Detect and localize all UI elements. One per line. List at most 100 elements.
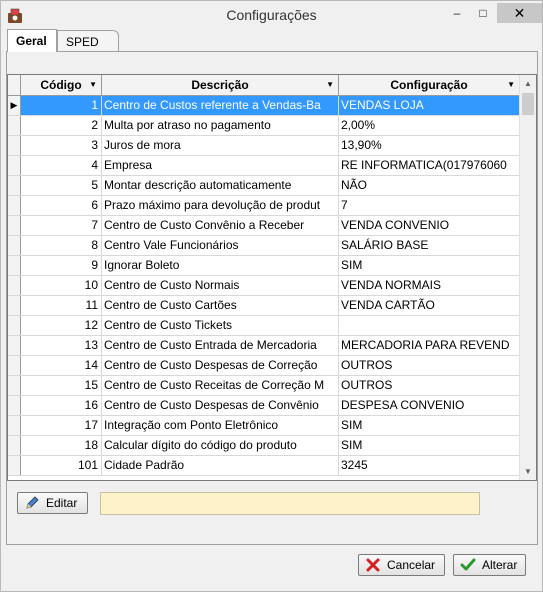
cell-config[interactable]: NÃO (339, 176, 520, 195)
cell-code[interactable]: 7 (21, 216, 102, 235)
titlebar[interactable]: Configurações – □ ✕ (1, 1, 542, 31)
cell-code[interactable]: 2 (21, 116, 102, 135)
cancel-button-label: Cancelar (387, 558, 436, 572)
cell-description[interactable]: Calcular dígito do código do produto (102, 436, 339, 455)
table-row[interactable]: 7 Centro de Custo Convênio a Receber VEN… (8, 216, 520, 236)
cell-config[interactable]: SALÁRIO BASE (339, 236, 520, 255)
chevron-down-icon[interactable]: ▼ (89, 75, 97, 95)
cell-description[interactable]: Centro de Custo Normais (102, 276, 339, 295)
config-grid[interactable]: Código ▼ Descrição ▼ Configuração ▼ ▶ 1 … (7, 74, 537, 481)
table-row[interactable]: 2 Multa por atraso no pagamento 2,00% (8, 116, 520, 136)
cell-description[interactable]: Empresa (102, 156, 339, 175)
cell-code[interactable]: 18 (21, 436, 102, 455)
tab-geral[interactable]: Geral (7, 29, 57, 52)
alterar-button[interactable]: Alterar (453, 554, 526, 576)
cell-description[interactable]: Cidade Padrão (102, 456, 339, 475)
edit-button[interactable]: Editar (17, 492, 88, 514)
cell-description[interactable]: Centro de Custo Entrada de Mercadoria (102, 336, 339, 355)
table-row[interactable]: 101 Cidade Padrão 3245 (8, 456, 520, 476)
cell-config[interactable]: SIM (339, 436, 520, 455)
cell-code[interactable]: 14 (21, 356, 102, 375)
chevron-down-icon[interactable]: ▼ (326, 75, 334, 95)
cell-code[interactable]: 6 (21, 196, 102, 215)
table-row[interactable]: 9 Ignorar Boleto SIM (8, 256, 520, 276)
table-row[interactable]: 11 Centro de Custo Cartões VENDA CARTÃO (8, 296, 520, 316)
scroll-up-icon[interactable]: ▲ (520, 75, 536, 92)
cell-code[interactable]: 8 (21, 236, 102, 255)
cell-config[interactable]: VENDA NORMAIS (339, 276, 520, 295)
table-row[interactable]: 12 Centro de Custo Tickets (8, 316, 520, 336)
table-row[interactable]: 17 Integração com Ponto Eletrônico SIM (8, 416, 520, 436)
cell-description[interactable]: Centro de Custos referente a Vendas-Ba (102, 96, 339, 115)
close-button[interactable]: ✕ (497, 3, 542, 23)
cell-config[interactable]: OUTROS (339, 356, 520, 375)
table-row[interactable]: 3 Juros de mora 13,90% (8, 136, 520, 156)
cell-config[interactable]: SIM (339, 256, 520, 275)
cell-code[interactable]: 4 (21, 156, 102, 175)
cell-description[interactable]: Centro de Custo Despesas de Correção (102, 356, 339, 375)
table-row[interactable]: 13 Centro de Custo Entrada de Mercadoria… (8, 336, 520, 356)
cell-config[interactable]: MERCADORIA PARA REVEND (339, 336, 520, 355)
maximize-button[interactable]: □ (469, 3, 497, 23)
cell-code[interactable]: 10 (21, 276, 102, 295)
cell-code[interactable]: 101 (21, 456, 102, 475)
cell-config[interactable]: VENDA CARTÃO (339, 296, 520, 315)
cell-code[interactable]: 1 (21, 96, 102, 115)
table-row[interactable]: 14 Centro de Custo Despesas de Correção … (8, 356, 520, 376)
cell-description[interactable]: Centro Vale Funcionários (102, 236, 339, 255)
cell-code[interactable]: 12 (21, 316, 102, 335)
cell-code[interactable]: 17 (21, 416, 102, 435)
table-row[interactable]: 4 Empresa RE INFORMATICA(017976060 (8, 156, 520, 176)
cell-code[interactable]: 15 (21, 376, 102, 395)
table-row[interactable]: 5 Montar descrição automaticamente NÃO (8, 176, 520, 196)
cell-config[interactable]: SIM (339, 416, 520, 435)
cell-description[interactable]: Centro de Custo Despesas de Convênio (102, 396, 339, 415)
header-indicator (8, 75, 21, 95)
table-row[interactable]: 8 Centro Vale Funcionários SALÁRIO BASE (8, 236, 520, 256)
cell-config[interactable]: 3245 (339, 456, 520, 475)
cell-description[interactable]: Juros de mora (102, 136, 339, 155)
cell-config[interactable]: RE INFORMATICA(017976060 (339, 156, 520, 175)
edit-value-field[interactable] (100, 492, 480, 515)
cell-config[interactable] (339, 316, 520, 335)
cell-code[interactable]: 11 (21, 296, 102, 315)
scroll-thumb[interactable] (522, 93, 534, 115)
vertical-scrollbar[interactable]: ▲ ▼ (519, 75, 536, 480)
tab-sped[interactable]: SPED (57, 30, 119, 52)
cell-description[interactable]: Centro de Custo Tickets (102, 316, 339, 335)
table-row[interactable]: 16 Centro de Custo Despesas de Convênio … (8, 396, 520, 416)
table-row[interactable]: 10 Centro de Custo Normais VENDA NORMAIS (8, 276, 520, 296)
cell-description[interactable]: Centro de Custo Cartões (102, 296, 339, 315)
column-header-codigo[interactable]: Código ▼ (21, 75, 102, 95)
cell-description[interactable]: Prazo máximo para devolução de produt (102, 196, 339, 215)
cell-config[interactable]: 2,00% (339, 116, 520, 135)
cell-config[interactable]: DESPESA CONVENIO (339, 396, 520, 415)
cell-description[interactable]: Centro de Custo Convênio a Receber (102, 216, 339, 235)
cell-code[interactable]: 3 (21, 136, 102, 155)
cell-description[interactable]: Ignorar Boleto (102, 256, 339, 275)
cell-description[interactable]: Montar descrição automaticamente (102, 176, 339, 195)
cell-config[interactable]: OUTROS (339, 376, 520, 395)
table-row[interactable]: ▶ 1 Centro de Custos referente a Vendas-… (8, 96, 520, 116)
column-header-configuracao[interactable]: Configuração ▼ (339, 75, 520, 95)
cell-config[interactable]: VENDAS LOJA (339, 96, 520, 115)
table-row[interactable]: 15 Centro de Custo Receitas de Correção … (8, 376, 520, 396)
cell-code[interactable]: 9 (21, 256, 102, 275)
cell-description[interactable]: Integração com Ponto Eletrônico (102, 416, 339, 435)
scroll-down-icon[interactable]: ▼ (520, 463, 536, 480)
cell-config[interactable]: 13,90% (339, 136, 520, 155)
cell-description[interactable]: Centro de Custo Receitas de Correção M (102, 376, 339, 395)
cell-description[interactable]: Multa por atraso no pagamento (102, 116, 339, 135)
cell-code[interactable]: 16 (21, 396, 102, 415)
cancel-button[interactable]: Cancelar (358, 554, 445, 576)
column-header-descricao[interactable]: Descrição ▼ (102, 75, 339, 95)
cell-config[interactable]: 7 (339, 196, 520, 215)
cell-code[interactable]: 5 (21, 176, 102, 195)
table-row[interactable]: 18 Calcular dígito do código do produto … (8, 436, 520, 456)
chevron-down-icon[interactable]: ▼ (507, 75, 515, 95)
table-row[interactable]: 6 Prazo máximo para devolução de produt … (8, 196, 520, 216)
minimize-button[interactable]: – (443, 3, 471, 23)
cell-config[interactable]: VENDA CONVENIO (339, 216, 520, 235)
pencil-icon (26, 496, 39, 509)
cell-code[interactable]: 13 (21, 336, 102, 355)
